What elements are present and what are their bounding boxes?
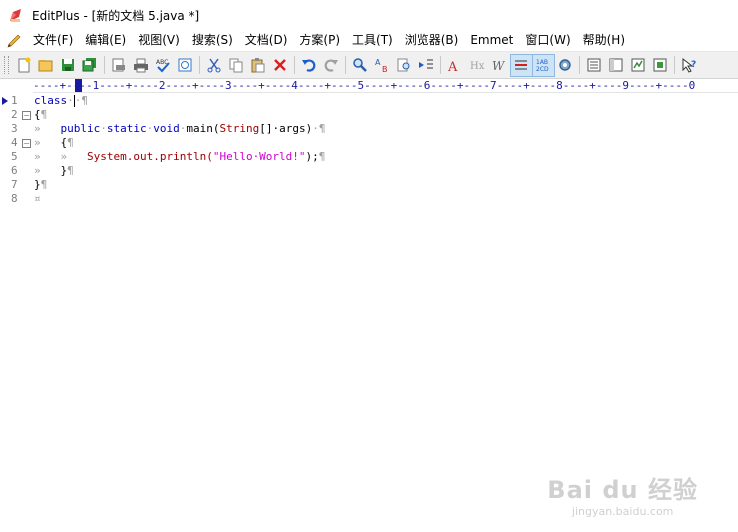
menu-emmet[interactable]: Emmet: [464, 31, 519, 50]
code-line-5[interactable]: » » System.out.println("Hello·World!");¶: [34, 150, 325, 164]
code-line-3[interactable]: » public·static·void·main(String[]·args)…: [34, 122, 325, 136]
ruler-icon[interactable]: [509, 53, 533, 77]
spell-check-icon[interactable]: ABC: [153, 55, 174, 76]
open-folder-icon[interactable]: [36, 55, 57, 76]
ruler-caret-marker: [75, 79, 82, 92]
line-number: 7: [11, 178, 18, 191]
cliptext-icon[interactable]: [584, 55, 605, 76]
menu-search[interactable]: 搜索(S): [186, 31, 239, 50]
menu-bar: 文件(F) 编辑(E) 视图(V) 搜索(S) 文档(D) 方案(P) 工具(T…: [0, 30, 738, 52]
toolbar-grip[interactable]: [4, 56, 9, 74]
help-context-icon[interactable]: ?: [679, 55, 700, 76]
pencil-icon[interactable]: [5, 32, 23, 50]
watermark-logo-text: Bai du 经验: [547, 476, 698, 504]
user-tools-icon[interactable]: [650, 55, 671, 76]
code-line-8[interactable]: ¤: [34, 192, 41, 206]
ruler-scale: ----+----1----+----2----+----3----+----4…: [33, 79, 696, 92]
hex-icon[interactable]: Hx: [467, 55, 488, 76]
print-preview-icon[interactable]: [109, 55, 130, 76]
find-in-files-icon[interactable]: [394, 55, 415, 76]
baidu-jingyan-watermark: Bai du 经验 jingyan.baidu.com: [547, 470, 698, 518]
watermark-url: jingyan.baidu.com: [571, 505, 674, 518]
line-numbers-icon[interactable]: 1AB 2CD: [531, 53, 555, 77]
line-number: 2: [11, 108, 18, 121]
line-number: 5: [11, 150, 18, 163]
menu-file[interactable]: 文件(F): [27, 31, 79, 50]
undo-icon[interactable]: [299, 55, 320, 76]
line-number: 4: [11, 136, 18, 149]
svg-text:W: W: [492, 59, 506, 73]
menu-view[interactable]: 视图(V): [132, 31, 186, 50]
delete-icon[interactable]: [270, 55, 291, 76]
gear-icon[interactable]: [555, 55, 576, 76]
title-bar: EditPlus - [新的文档 5.java *]: [0, 0, 738, 30]
svg-text:2CD: 2CD: [536, 66, 549, 73]
svg-text:1AB: 1AB: [536, 59, 548, 66]
window-list-icon[interactable]: [606, 55, 627, 76]
line-number: 8: [11, 192, 18, 205]
menu-tools[interactable]: 工具(T): [346, 31, 399, 50]
cut-icon[interactable]: [204, 55, 225, 76]
line-number-gutter[interactable]: 1 2 3 4 5 6 7 8 − −: [0, 94, 33, 532]
toolbar-separator: [440, 56, 441, 74]
copy-icon[interactable]: [226, 55, 247, 76]
svg-text:?: ?: [691, 60, 696, 70]
toolbar-separator: [104, 56, 105, 74]
line-number: 1: [11, 94, 18, 107]
code-line-4[interactable]: » {¶: [34, 136, 74, 150]
code-line-6[interactable]: » }¶: [34, 164, 74, 178]
toolbar-separator: [674, 56, 675, 74]
toolbar-separator: [579, 56, 580, 74]
code-line-1[interactable]: class··¶: [34, 94, 88, 108]
save-all-icon[interactable]: [80, 55, 101, 76]
code-editor[interactable]: class··¶ {¶ » public·static·void·main(St…: [34, 94, 738, 532]
replace-icon[interactable]: AB: [372, 55, 393, 76]
code-line-2[interactable]: {¶: [34, 108, 47, 122]
print-icon[interactable]: [131, 55, 152, 76]
code-line-7[interactable]: }¶: [34, 178, 47, 192]
paste-icon[interactable]: [248, 55, 269, 76]
redo-icon[interactable]: [321, 55, 342, 76]
editplus-icon: [8, 7, 24, 23]
menu-document[interactable]: 文档(D): [239, 31, 294, 50]
window-title: EditPlus - [新的文档 5.java *]: [32, 8, 200, 23]
fold-collapse-icon[interactable]: −: [22, 139, 31, 148]
font-icon[interactable]: A: [445, 55, 466, 76]
current-line-arrow-icon: [2, 97, 8, 105]
menu-help[interactable]: 帮助(H): [577, 31, 631, 50]
html-toolbar-icon[interactable]: [628, 55, 649, 76]
menu-project[interactable]: 方案(P): [293, 31, 346, 50]
svg-text:Hx: Hx: [470, 61, 485, 72]
find-icon[interactable]: [350, 55, 371, 76]
menu-window[interactable]: 窗口(W): [519, 31, 576, 50]
toolbar: ABC AB A Hx W 1AB 2CD ?: [0, 52, 738, 79]
goto-line-icon[interactable]: [416, 55, 437, 76]
svg-text:B: B: [382, 65, 388, 73]
word-wrap-icon[interactable]: W: [489, 55, 510, 76]
save-icon[interactable]: [58, 55, 79, 76]
toolbar-separator: [294, 56, 295, 74]
fold-collapse-icon[interactable]: −: [22, 111, 31, 120]
toolbar-separator: [199, 56, 200, 74]
line-number: 3: [11, 122, 18, 135]
line-number: 6: [11, 164, 18, 177]
menu-edit[interactable]: 编辑(E): [79, 31, 132, 50]
new-file-icon[interactable]: [14, 55, 35, 76]
svg-text:A: A: [447, 60, 458, 73]
ruler: ----+----1----+----2----+----3----+----4…: [33, 79, 738, 93]
menu-browser[interactable]: 浏览器(B): [399, 31, 465, 50]
svg-text:A: A: [375, 58, 381, 67]
browser-view-icon[interactable]: [175, 55, 196, 76]
toolbar-separator: [345, 56, 346, 74]
